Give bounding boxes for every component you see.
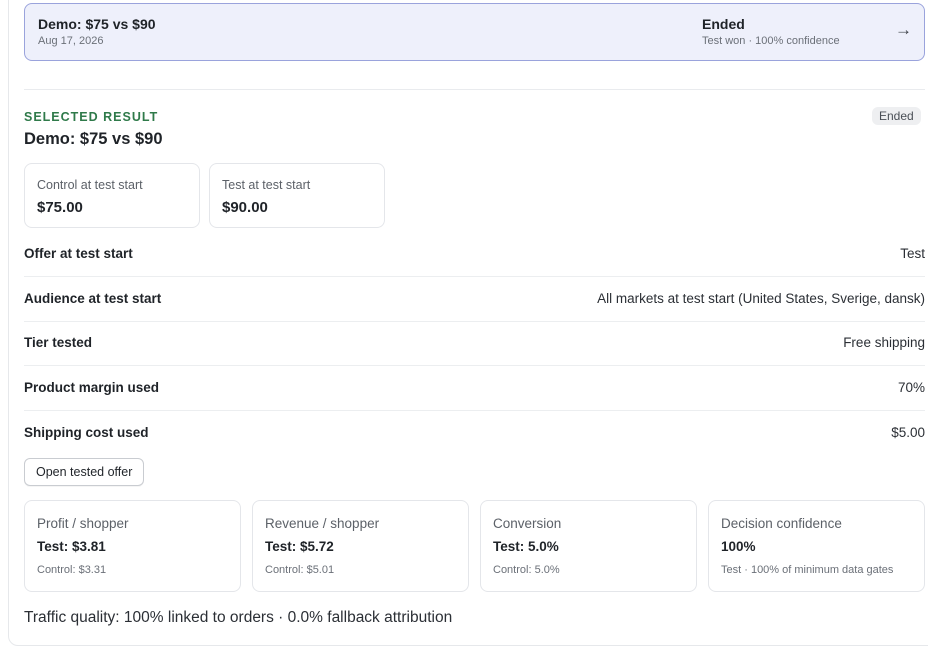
detail-row-audience: Audience at test start All markets at te… bbox=[24, 277, 925, 322]
test-price-label: Test at test start bbox=[222, 178, 311, 192]
arrow-right-icon: → bbox=[895, 20, 912, 39]
metric-card-conversion: Conversion Test: 5.0% Control: 5.0% bbox=[480, 500, 697, 592]
metric-label: Revenue / shopper bbox=[265, 516, 380, 531]
test-price-card: Test at test start $90.00 bbox=[209, 163, 385, 228]
result-row-title: Demo: $75 vs $90 bbox=[38, 16, 156, 32]
metric-card-profit: Profit / shopper Test: $3.81 Control: $3… bbox=[24, 500, 241, 592]
metric-control-value: Control: $5.01 bbox=[265, 564, 335, 576]
result-row-status: Ended bbox=[702, 16, 745, 32]
detail-row-margin: Product margin used 70% bbox=[24, 366, 925, 411]
status-badge: Ended bbox=[872, 107, 921, 125]
detail-value: Test bbox=[900, 246, 925, 261]
result-row-date: Aug 17, 2026 bbox=[38, 35, 104, 47]
metric-label: Decision confidence bbox=[721, 516, 842, 531]
metric-value: Test: 5.0% bbox=[493, 539, 559, 554]
metric-detail: Test · 100% of minimum data gates bbox=[721, 564, 894, 576]
metric-value: Test: $3.81 bbox=[37, 539, 106, 554]
detail-label: Offer at test start bbox=[24, 246, 133, 261]
detail-row-tier: Tier tested Free shipping bbox=[24, 321, 925, 366]
metric-control-value: Control: 5.0% bbox=[493, 564, 560, 576]
detail-value: Free shipping bbox=[843, 335, 925, 350]
detail-label: Product margin used bbox=[24, 380, 160, 395]
control-price-label: Control at test start bbox=[37, 178, 143, 192]
section-eyebrow: SELECTED RESULT bbox=[24, 110, 159, 124]
metric-card-confidence: Decision confidence 100% Test · 100% of … bbox=[708, 500, 925, 592]
result-row-subtitle: Test won · 100% confidence bbox=[702, 35, 840, 47]
metric-value: Test: $5.72 bbox=[265, 539, 334, 554]
control-price-card: Control at test start $75.00 bbox=[24, 163, 200, 228]
control-price-value: $75.00 bbox=[37, 199, 83, 216]
detail-label: Tier tested bbox=[24, 335, 93, 350]
detail-value: All markets at test start (United States… bbox=[597, 291, 925, 306]
metric-label: Profit / shopper bbox=[37, 516, 129, 531]
metric-value: 100% bbox=[721, 539, 756, 554]
metric-card-revenue: Revenue / shopper Test: $5.72 Control: $… bbox=[252, 500, 469, 592]
selected-result-title: Demo: $75 vs $90 bbox=[24, 130, 163, 148]
detail-value: 70% bbox=[897, 380, 925, 395]
detail-row-shipping: Shipping cost used $5.00 bbox=[24, 411, 925, 456]
open-tested-offer-button[interactable]: Open tested offer bbox=[24, 458, 145, 486]
detail-label: Shipping cost used bbox=[24, 425, 149, 440]
detail-row-offer: Offer at test start Test bbox=[24, 232, 925, 277]
detail-label: Audience at test start bbox=[24, 291, 162, 306]
traffic-quality-note: Traffic quality: 100% linked to orders ·… bbox=[24, 609, 453, 626]
test-price-value: $90.00 bbox=[222, 199, 268, 216]
metric-label: Conversion bbox=[493, 516, 562, 531]
divider bbox=[24, 89, 925, 90]
result-row-selected[interactable]: Demo: $75 vs $90 Aug 17, 2026 Ended Test… bbox=[24, 3, 925, 61]
metric-control-value: Control: $3.31 bbox=[37, 564, 107, 576]
detail-value: $5.00 bbox=[891, 425, 925, 440]
